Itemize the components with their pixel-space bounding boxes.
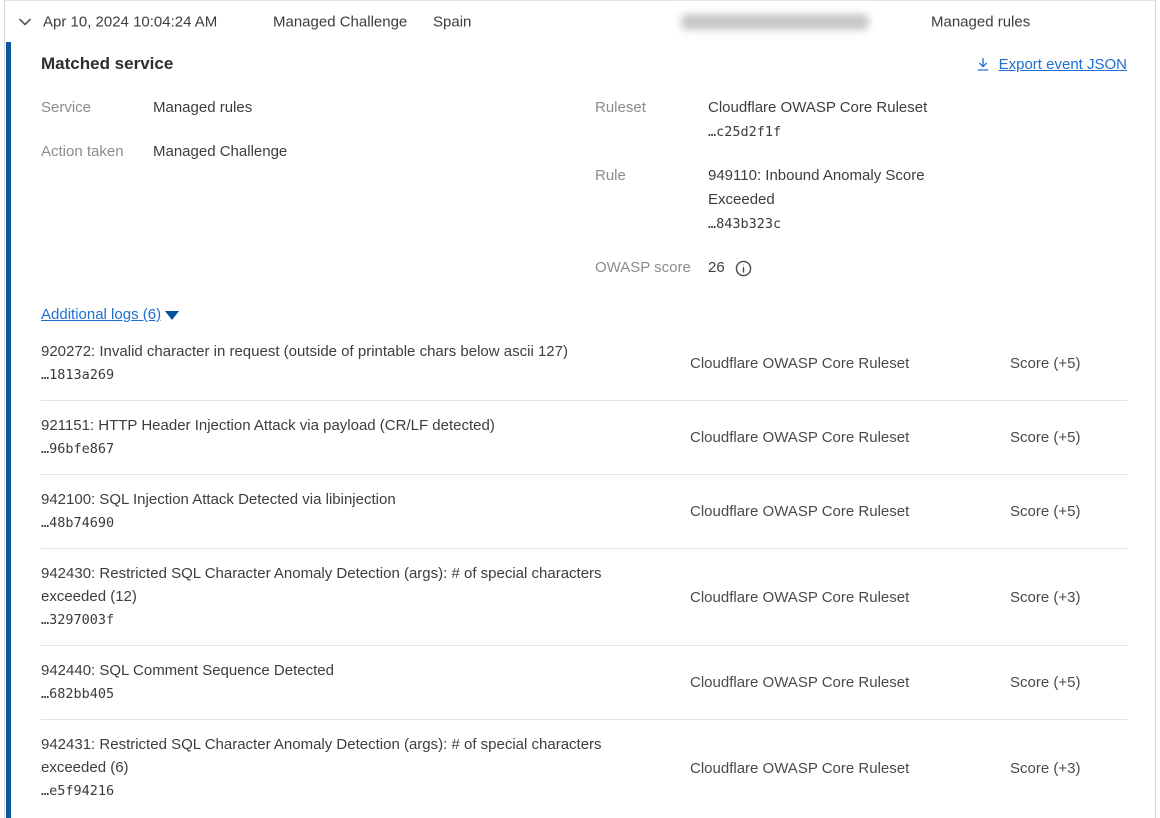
export-link-label[interactable]: Export event JSON: [999, 56, 1127, 73]
details-right-column: Ruleset Cloudflare OWASP Core Ruleset …c…: [595, 96, 1127, 280]
log-ruleset: Cloudflare OWASP Core Ruleset: [690, 674, 1010, 691]
log-ruleset: Cloudflare OWASP Core Ruleset: [690, 760, 1010, 777]
ruleset-value: Cloudflare OWASP Core Ruleset: [708, 96, 927, 120]
ruleset-id: …c25d2f1f: [708, 120, 927, 144]
log-ruleset: Cloudflare OWASP Core Ruleset: [690, 429, 1010, 446]
log-description: 920272: Invalid character in request (ou…: [41, 340, 661, 363]
additional-logs-list: 920272: Invalid character in request (ou…: [41, 327, 1127, 816]
additional-logs-label[interactable]: Additional logs (6): [41, 306, 161, 323]
log-row: 920272: Invalid character in request (ou…: [41, 327, 1127, 401]
action-taken-label: Action taken: [41, 140, 153, 164]
log-score: Score (+5): [1010, 355, 1127, 372]
rule-label: Rule: [595, 164, 708, 236]
log-description: 942100: SQL Injection Attack Detected vi…: [41, 488, 661, 511]
event-detail-panel: Matched service Export event JSON Servic…: [6, 42, 1155, 818]
log-description: 921151: HTTP Header Injection Attack via…: [41, 414, 661, 437]
chevron-down-icon[interactable]: [15, 12, 35, 32]
service-value: Managed rules: [153, 96, 252, 120]
owasp-score-value: 26: [708, 256, 725, 280]
log-description: 942431: Restricted SQL Character Anomaly…: [41, 733, 661, 779]
event-country: Spain: [433, 13, 471, 30]
log-score: Score (+5): [1010, 674, 1127, 691]
log-ruleset: Cloudflare OWASP Core Ruleset: [690, 589, 1010, 606]
rule-id: …843b323c: [708, 212, 948, 236]
log-ruleset: Cloudflare OWASP Core Ruleset: [690, 503, 1010, 520]
info-icon[interactable]: [735, 260, 752, 277]
log-score: Score (+5): [1010, 429, 1127, 446]
redacted-hostname: [681, 14, 869, 30]
log-id: …e5f94216: [41, 779, 661, 803]
owasp-score-label: OWASP score: [595, 256, 708, 280]
log-id: …48b74690: [41, 511, 661, 535]
caret-down-icon: [165, 311, 179, 320]
log-description: 942440: SQL Comment Sequence Detected: [41, 659, 661, 682]
event-summary-row[interactable]: Apr 10, 2024 10:04:24 AM Managed Challen…: [5, 1, 1155, 42]
security-event-card: Apr 10, 2024 10:04:24 AM Managed Challen…: [4, 0, 1156, 818]
log-score: Score (+3): [1010, 589, 1127, 606]
log-score: Score (+3): [1010, 760, 1127, 777]
log-description: 942430: Restricted SQL Character Anomaly…: [41, 562, 661, 608]
log-row: 942431: Restricted SQL Character Anomaly…: [41, 720, 1127, 816]
log-row: 942100: SQL Injection Attack Detected vi…: [41, 475, 1127, 549]
log-id: …96bfe867: [41, 437, 661, 461]
export-event-json-link[interactable]: Export event JSON: [975, 56, 1127, 73]
event-service: Managed rules: [931, 13, 1030, 30]
ruleset-label: Ruleset: [595, 96, 708, 144]
log-id: …682bb405: [41, 682, 661, 706]
log-row: 942440: SQL Comment Sequence Detected …6…: [41, 646, 1127, 720]
rule-value: 949110: Inbound Anomaly Score Exceeded: [708, 164, 948, 212]
additional-logs-toggle[interactable]: Additional logs (6): [41, 306, 179, 323]
log-row: 921151: HTTP Header Injection Attack via…: [41, 401, 1127, 475]
log-id: …3297003f: [41, 608, 661, 632]
download-icon: [975, 56, 991, 72]
action-taken-value: Managed Challenge: [153, 140, 287, 164]
log-id: …1813a269: [41, 363, 661, 387]
log-score: Score (+5): [1010, 503, 1127, 520]
event-timestamp: Apr 10, 2024 10:04:24 AM: [43, 13, 217, 30]
details-left-column: Service Managed rules Action taken Manag…: [41, 96, 595, 184]
log-ruleset: Cloudflare OWASP Core Ruleset: [690, 355, 1010, 372]
panel-inner: Matched service Export event JSON Servic…: [41, 54, 1127, 818]
panel-title: Matched service: [41, 54, 173, 74]
log-row: 942430: Restricted SQL Character Anomaly…: [41, 549, 1127, 646]
service-label: Service: [41, 96, 153, 120]
event-action: Managed Challenge: [273, 13, 407, 30]
